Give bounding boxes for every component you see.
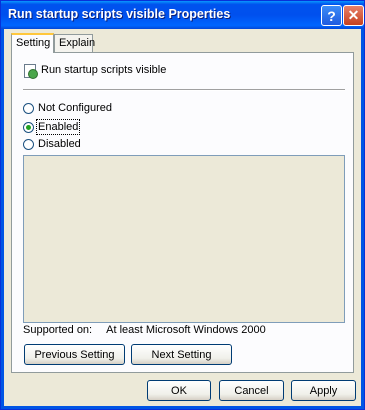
- window-frame-right: [361, 29, 364, 409]
- radio-disabled[interactable]: Disabled: [23, 138, 81, 150]
- properties-dialog: Run startup scripts visible Properties ?…: [0, 0, 365, 410]
- tab-setting-label: Setting: [16, 37, 51, 49]
- cancel-label: Cancel: [234, 384, 269, 397]
- ok-label: OK: [171, 384, 187, 397]
- apply-button[interactable]: Apply: [291, 380, 356, 401]
- policy-header: Run startup scripts visible: [23, 63, 167, 79]
- title-bar[interactable]: Run startup scripts visible Properties ?…: [1, 1, 364, 29]
- setting-options-area[interactable]: [23, 155, 345, 323]
- radio-disabled-label: Disabled: [38, 138, 81, 150]
- tab-explain-label: Explain: [59, 37, 96, 49]
- help-button[interactable]: ?: [321, 5, 342, 26]
- radio-circle[interactable]: [23, 138, 34, 150]
- window-frame-bottom: [1, 406, 364, 409]
- window-frame-left: [1, 29, 4, 409]
- supported-on-value: At least Microsoft Windows 2000: [106, 324, 266, 336]
- radio-enabled-label: Enabled: [35, 119, 81, 135]
- divider: [23, 89, 345, 91]
- tab-setting[interactable]: Setting: [11, 33, 54, 53]
- close-icon: ✕: [347, 7, 360, 23]
- radio-not-configured[interactable]: Not Configured: [23, 102, 112, 114]
- apply-label: Apply: [309, 384, 338, 397]
- cancel-button[interactable]: Cancel: [219, 380, 284, 401]
- radio-enabled[interactable]: Enabled: [23, 119, 81, 135]
- ok-button[interactable]: OK: [147, 380, 211, 401]
- supported-on-label: Supported on:: [23, 324, 93, 336]
- supported-on: Supported on: At least Microsoft Windows…: [23, 324, 266, 336]
- next-setting-button[interactable]: Next Setting: [131, 344, 232, 365]
- help-icon: ?: [327, 7, 336, 24]
- close-button[interactable]: ✕: [343, 5, 364, 26]
- policy-setting-icon: [23, 63, 38, 79]
- previous-setting-label: Previous Setting: [34, 348, 115, 361]
- previous-setting-button[interactable]: Previous Setting: [24, 344, 125, 365]
- next-setting-label: Next Setting: [151, 348, 212, 361]
- radio-not-configured-label: Not Configured: [38, 102, 112, 114]
- policy-name: Run startup scripts visible: [41, 64, 167, 76]
- radio-circle[interactable]: [23, 102, 34, 114]
- window-title: Run startup scripts visible Properties: [8, 7, 231, 21]
- radio-circle[interactable]: [23, 121, 34, 133]
- tab-explain[interactable]: Explain: [54, 34, 96, 52]
